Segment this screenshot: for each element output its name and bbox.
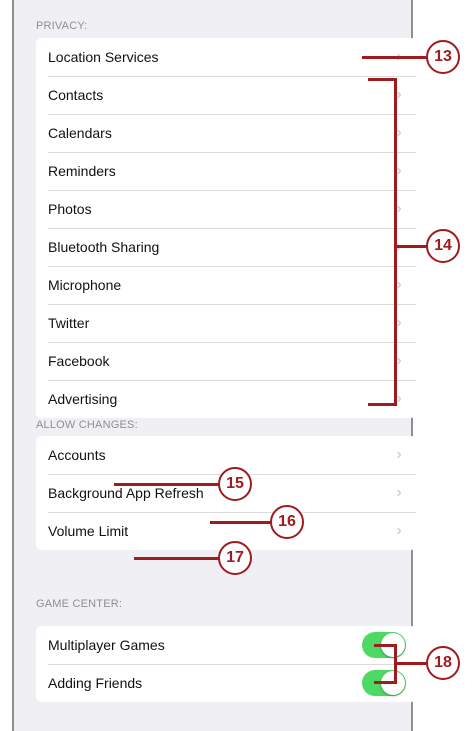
row-label: Microphone: [48, 277, 122, 293]
row-label: Calendars: [48, 125, 112, 141]
callout-17-badge: 17: [218, 541, 252, 575]
row-microphone[interactable]: Microphone ›: [36, 266, 416, 304]
row-label: Advertising: [48, 391, 118, 407]
callout-14-bracket-vertical: [394, 78, 397, 406]
chevron-right-icon: ›: [396, 314, 402, 331]
callout-17-line: [134, 557, 220, 560]
row-contacts[interactable]: Contacts ›: [36, 76, 416, 114]
callout-13-badge: 13: [426, 40, 460, 74]
callout-14-bracket-bottom: [368, 403, 396, 406]
chevron-right-icon: ›: [396, 484, 402, 501]
chevron-right-icon: ›: [396, 276, 402, 293]
row-label: Contacts: [48, 87, 104, 103]
chevron-right-icon: ›: [396, 522, 402, 539]
chevron-right-icon: ›: [396, 352, 402, 369]
row-location-services[interactable]: Location Services ›: [36, 38, 416, 76]
row-bluetooth-sharing[interactable]: Bluetooth Sharing ›: [36, 228, 416, 266]
row-reminders[interactable]: Reminders ›: [36, 152, 416, 190]
callout-18-bracket-bottom: [374, 681, 396, 684]
chevron-right-icon: ›: [396, 162, 402, 179]
callout-18-line: [394, 662, 428, 665]
row-label: Accounts: [48, 447, 106, 463]
settings-panel: PRIVACY: Location Services › Contacts › …: [12, 0, 416, 731]
section-header-allow-changes: ALLOW CHANGES:: [36, 419, 138, 431]
callout-14-badge: 14: [426, 229, 460, 263]
row-photos[interactable]: Photos ›: [36, 190, 416, 228]
row-multiplayer-games: Multiplayer Games: [36, 626, 416, 664]
chevron-right-icon: ›: [396, 200, 402, 217]
row-calendars[interactable]: Calendars ›: [36, 114, 416, 152]
callout-15-badge: 15: [218, 467, 252, 501]
callout-18-badge: 18: [426, 646, 460, 680]
chevron-right-icon: ›: [396, 86, 402, 103]
row-adding-friends: Adding Friends: [36, 664, 416, 702]
row-label: Volume Limit: [48, 523, 129, 539]
chevron-right-icon: ›: [396, 124, 402, 141]
privacy-group: Location Services › Contacts › Calendars…: [36, 38, 416, 418]
game-center-group: Multiplayer Games Adding Friends: [36, 626, 416, 702]
callout-13-line: [362, 56, 428, 59]
callout-18-bracket-top: [374, 644, 396, 647]
chevron-right-icon: ›: [396, 446, 402, 463]
row-label: Reminders: [48, 163, 116, 179]
row-advertising[interactable]: Advertising ›: [36, 380, 416, 418]
row-twitter[interactable]: Twitter ›: [36, 304, 416, 342]
row-label: Twitter: [48, 315, 90, 331]
row-label: Location Services: [48, 49, 159, 65]
row-label: Facebook: [48, 353, 110, 369]
row-label: Adding Friends: [48, 675, 143, 691]
section-header-privacy: PRIVACY:: [36, 20, 88, 32]
callout-16-line: [210, 521, 272, 524]
callout-14-bracket-top: [368, 78, 396, 81]
callout-14-line: [394, 245, 428, 248]
callout-16-badge: 16: [270, 505, 304, 539]
callout-15-line: [114, 483, 220, 486]
row-facebook[interactable]: Facebook ›: [36, 342, 416, 380]
row-label: Multiplayer Games: [48, 637, 165, 653]
row-label: Bluetooth Sharing: [48, 239, 160, 255]
section-header-game-center: GAME CENTER:: [36, 598, 123, 610]
row-label: Photos: [48, 201, 92, 217]
